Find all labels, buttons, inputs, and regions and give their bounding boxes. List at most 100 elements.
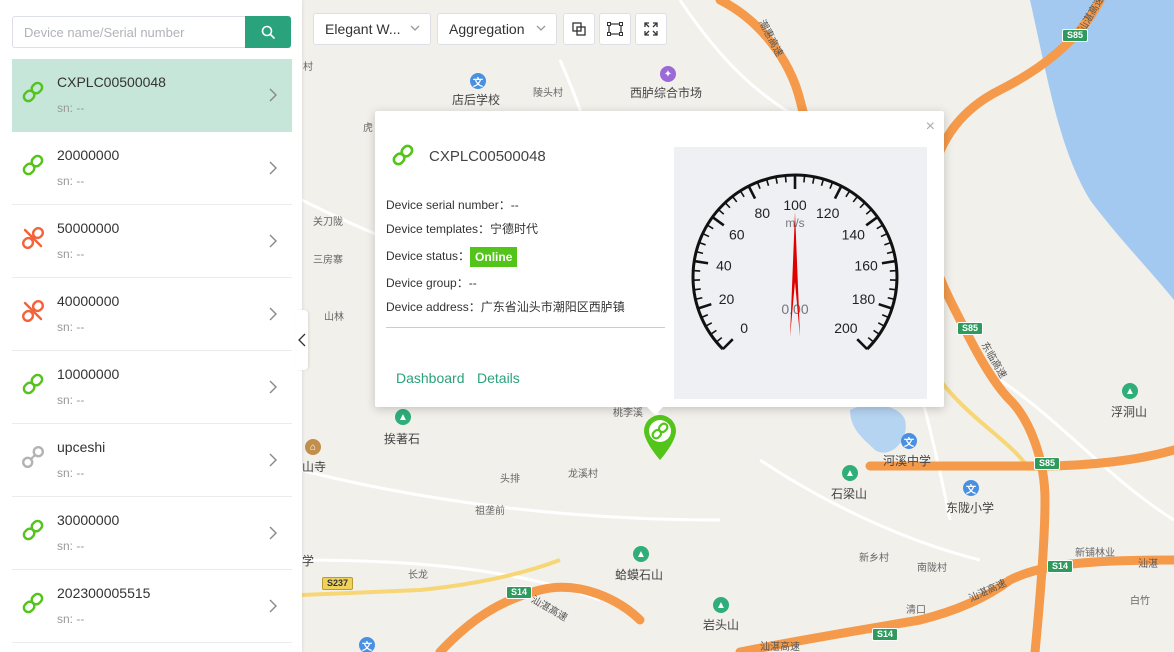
status-label: Device status： bbox=[386, 249, 471, 263]
serial-row: Device serial number：-- bbox=[386, 193, 625, 217]
mountain-icon: ▲ bbox=[395, 409, 411, 425]
device-name: 20000000 bbox=[57, 147, 120, 163]
speed-gauge: 020406080100120140160180200m/s0.00 bbox=[691, 173, 899, 351]
device-list-item[interactable]: upceshi sn: -- bbox=[12, 424, 292, 497]
device-list-item[interactable]: 20000000 sn: -- bbox=[12, 132, 292, 205]
device-name: 202300005515 bbox=[57, 585, 151, 601]
highway-shield: S14 bbox=[872, 628, 899, 641]
map-label: 龙溪村 bbox=[568, 469, 598, 480]
map-label: 长龙 bbox=[408, 570, 428, 581]
select-area-icon bbox=[607, 22, 623, 36]
device-sn: sn: -- bbox=[57, 612, 85, 626]
gauge-minor-tick bbox=[877, 322, 885, 327]
popup-device-title: CXPLC00500048 bbox=[429, 148, 546, 165]
address-label: Device address： bbox=[386, 300, 481, 314]
map-label: 岩头山 bbox=[703, 618, 740, 632]
gauge-minor-tick bbox=[715, 336, 723, 343]
fullscreen-button[interactable] bbox=[635, 13, 667, 45]
link-online-icon bbox=[22, 373, 44, 395]
device-name: 30000000 bbox=[57, 512, 120, 528]
device-sn: sn: -- bbox=[57, 174, 85, 188]
highway-shield: S14 bbox=[1047, 560, 1074, 573]
gauge-needle bbox=[790, 212, 800, 337]
school-icon: 文 bbox=[901, 433, 917, 449]
device-list-item[interactable]: 10000000 sn: -- bbox=[12, 351, 292, 424]
gauge-major-tick bbox=[694, 259, 709, 265]
details-link[interactable]: Details bbox=[477, 370, 520, 386]
device-map-marker[interactable] bbox=[642, 414, 678, 462]
device-name: CXPLC00500048 bbox=[57, 74, 166, 90]
device-list-item[interactable]: 50000000 sn: -- bbox=[12, 205, 292, 278]
gauge-tick-label: 20 bbox=[719, 291, 735, 307]
chevron-right-icon bbox=[269, 161, 277, 175]
highway-shield: S85 bbox=[1062, 29, 1089, 42]
mountain-icon: ▲ bbox=[842, 465, 858, 481]
gauge-minor-tick bbox=[717, 208, 725, 215]
gauge-minor-tick bbox=[698, 241, 706, 246]
search-input[interactable] bbox=[12, 16, 245, 48]
gauge-tick-label: 0 bbox=[740, 320, 748, 336]
device-list-item[interactable]: 30000000 sn: -- bbox=[12, 497, 292, 570]
market-icon: ✦ bbox=[660, 66, 676, 82]
search-bar bbox=[12, 16, 291, 48]
template-value: 宁德时代 bbox=[490, 222, 539, 236]
device-list-item[interactable]: 40000000 sn: -- bbox=[12, 278, 292, 351]
device-list-item[interactable]: 202300005515 sn: -- bbox=[12, 570, 292, 643]
chevron-right-icon bbox=[269, 234, 277, 248]
gauge-tick-label: 40 bbox=[716, 258, 732, 274]
gauge-minor-tick bbox=[876, 224, 884, 230]
mountain-icon: ▲ bbox=[713, 597, 729, 613]
device-list-item[interactable]: CXPLC00500048 sn: -- bbox=[12, 59, 292, 132]
device-sn: sn: -- bbox=[57, 101, 85, 115]
device-sidebar: CXPLC00500048sn: --20000000sn: --5000000… bbox=[0, 0, 302, 652]
group-value: -- bbox=[468, 276, 477, 290]
close-icon[interactable]: × bbox=[926, 118, 935, 136]
link-broken-icon bbox=[21, 299, 45, 323]
device-sn: sn: -- bbox=[57, 320, 85, 334]
map-label: 祖垄前 bbox=[475, 506, 505, 517]
divider bbox=[386, 327, 665, 328]
popup-pointer bbox=[647, 407, 663, 415]
aggregation-select[interactable]: Aggregation bbox=[437, 13, 557, 45]
search-button[interactable] bbox=[245, 16, 291, 48]
map-label: 新铺林业 bbox=[1075, 548, 1115, 559]
map-style-select[interactable]: Elegant W... bbox=[313, 13, 431, 45]
serial-label: Device serial number： bbox=[386, 198, 511, 212]
chevron-right-icon bbox=[269, 380, 277, 394]
gauge-minor-tick bbox=[873, 329, 880, 335]
dashboard-link[interactable]: Dashboard bbox=[396, 370, 465, 386]
chevron-left-icon bbox=[298, 333, 306, 347]
map-label: 关刀陇 bbox=[313, 217, 343, 228]
gauge-tick-label: 200 bbox=[834, 320, 858, 336]
map-label: 蛤蟆石山 bbox=[615, 568, 664, 582]
template-label: Device templates： bbox=[386, 222, 491, 236]
map-label: 新乡村 bbox=[859, 553, 889, 564]
device-info-popup: × CXPLC00500048 Device serial number：-- … bbox=[375, 111, 944, 415]
template-row: Device templates：宁德时代 bbox=[386, 217, 625, 241]
gauge-tick-label: 140 bbox=[842, 227, 866, 243]
device-name: 10000000 bbox=[57, 366, 120, 382]
map-label: 虎 bbox=[363, 123, 373, 134]
address-value: 广东省汕头市潮阳区西胪镇 bbox=[480, 300, 625, 314]
gauge-tick-label: 160 bbox=[854, 258, 878, 274]
gauge-tick-label: 180 bbox=[852, 291, 876, 307]
highway-shield: S237 bbox=[322, 577, 354, 590]
select-area-button[interactable] bbox=[599, 13, 631, 45]
device-sn: sn: -- bbox=[57, 539, 85, 553]
serial-value: -- bbox=[510, 198, 519, 212]
gauge-minor-tick bbox=[889, 288, 897, 291]
gauge-minor-tick bbox=[867, 336, 875, 343]
temple-icon: ⌂ bbox=[305, 439, 321, 455]
map-label: 三房寨 bbox=[313, 255, 343, 266]
school-icon: 文 bbox=[359, 637, 375, 652]
layer-toggle-button[interactable] bbox=[563, 13, 595, 45]
gauge-major-tick bbox=[721, 338, 734, 351]
device-name: upceshi bbox=[57, 439, 106, 455]
collapse-sidebar-button[interactable] bbox=[296, 310, 308, 370]
mountain-icon: ▲ bbox=[633, 546, 649, 562]
gauge-tick-label: 100 bbox=[783, 197, 807, 213]
map-label: 陵头村 bbox=[533, 88, 563, 99]
gauge-minor-tick bbox=[706, 224, 714, 230]
map-label: 村 bbox=[303, 62, 313, 73]
device-sn: sn: -- bbox=[57, 247, 85, 261]
